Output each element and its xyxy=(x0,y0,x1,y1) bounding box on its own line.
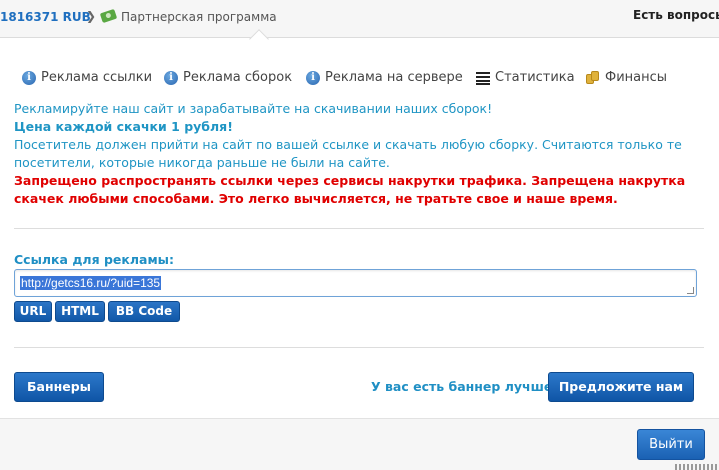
breadcrumb-label: Партнерская программа xyxy=(121,10,277,24)
warning-text: Запрещено распространять ссылки через се… xyxy=(14,173,686,206)
grip-icon xyxy=(675,464,719,470)
chevron-right-icon: ❯ xyxy=(86,9,97,23)
ad-link-value: http://getcs16.ru/?uid=135 xyxy=(20,276,162,290)
balance-link[interactable]: 1816371 RUB xyxy=(0,10,91,24)
info-icon: i xyxy=(164,70,178,85)
questions-link[interactable]: Есть вопросы xyxy=(633,8,719,22)
money-icon xyxy=(99,8,118,24)
banners-button[interactable]: Баннеры xyxy=(14,372,104,402)
url-button[interactable]: URL xyxy=(14,301,52,322)
tab-statistics[interactable]: Статистика xyxy=(476,70,575,85)
resize-handle-icon[interactable] xyxy=(687,287,694,294)
info-icon: i xyxy=(306,70,320,85)
tab-build-ads[interactable]: i Реклама сборок xyxy=(164,70,292,85)
price-text: Цена каждой скачки 1 рубля! xyxy=(14,119,233,134)
ad-link-field[interactable]: http://getcs16.ru/?uid=135 xyxy=(14,269,697,297)
tab-label: Реклама на сервере xyxy=(325,70,463,85)
rules-text: Посетитель должен прийти на сайт по ваше… xyxy=(14,137,682,170)
html-button[interactable]: HTML xyxy=(55,301,105,322)
tab-label: Реклама сборок xyxy=(183,70,293,85)
tab-label: Статистика xyxy=(495,70,575,85)
promo-text: Рекламируйте наш сайт и зарабатывайте на… xyxy=(14,101,493,116)
divider xyxy=(14,347,704,348)
info-icon: i xyxy=(22,70,36,85)
footer-bar xyxy=(0,418,719,470)
bbcode-button[interactable]: BB Code xyxy=(108,301,180,322)
info-text: Рекламируйте наш сайт и зарабатывайте на… xyxy=(14,100,704,208)
better-banner-question: У вас есть баннер лучше? xyxy=(371,379,560,394)
tab-bar: i Реклама ссылки i Реклама сборок i Рекл… xyxy=(0,70,719,88)
suggest-button[interactable]: Предложите нам xyxy=(548,372,694,402)
top-bar: 1816371 RUB ❯ Партнерская программа Есть… xyxy=(0,0,719,38)
tab-label: Финансы xyxy=(605,70,668,85)
tab-server-ads[interactable]: i Реклама на сервере xyxy=(306,70,463,85)
ad-link-label: Ссылка для рекламы: xyxy=(14,252,174,267)
tab-label: Реклама ссылки xyxy=(41,70,153,85)
tab-link-ads[interactable]: i Реклама ссылки xyxy=(22,70,152,85)
divider xyxy=(14,228,704,229)
exit-button[interactable]: Выйти xyxy=(637,429,705,460)
coins-icon xyxy=(586,70,600,85)
list-icon xyxy=(476,71,490,85)
tab-finance[interactable]: Финансы xyxy=(586,70,667,85)
